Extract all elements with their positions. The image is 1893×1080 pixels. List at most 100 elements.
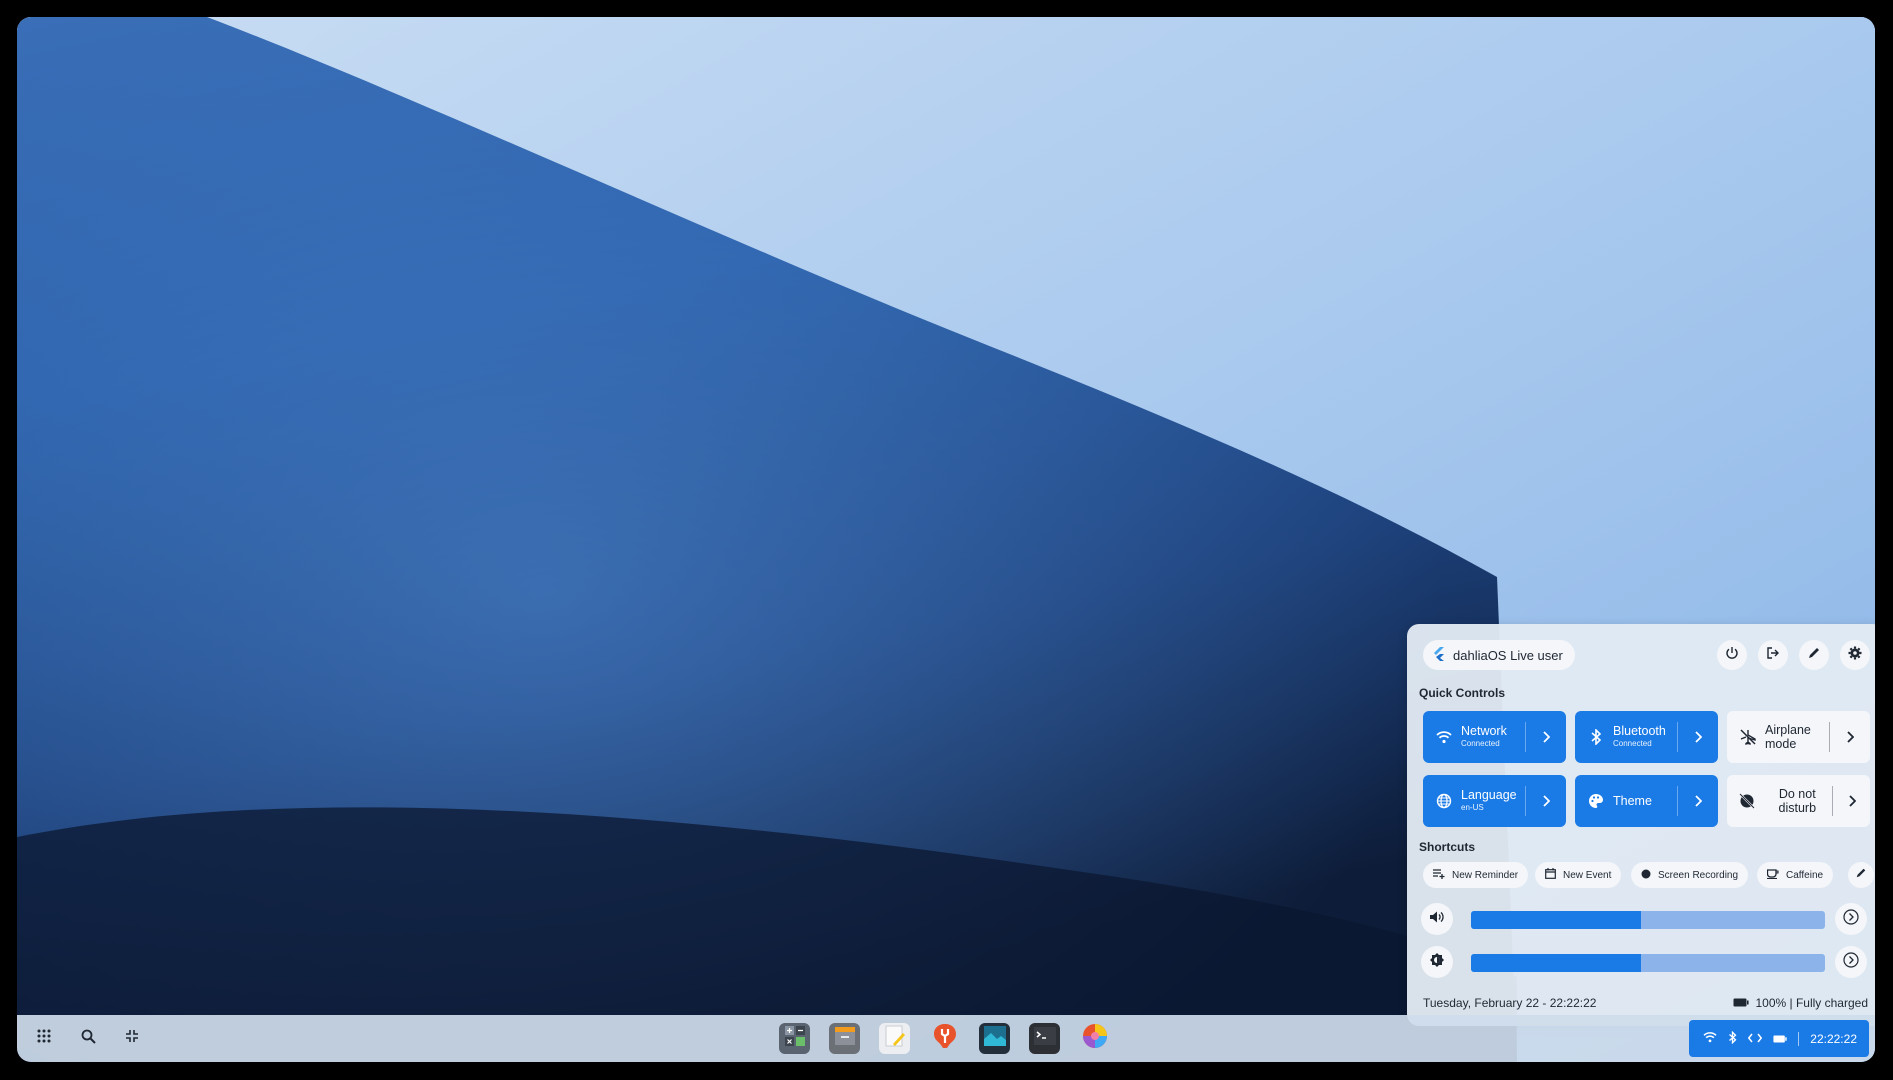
- shortcut-new-reminder[interactable]: New Reminder: [1423, 862, 1529, 888]
- shortcut-label: Caffeine: [1786, 869, 1824, 881]
- shortcut-label: New Reminder: [1452, 869, 1519, 881]
- wrench-icon: [932, 1023, 958, 1054]
- flutter-logo-icon: [1433, 646, 1445, 664]
- chevron-circle-right-icon: [1843, 951, 1859, 973]
- brightness-slider-row: [1421, 946, 1871, 978]
- user-name: dahliaOS Live user: [1453, 647, 1563, 663]
- volume-details-button[interactable]: [1835, 903, 1867, 935]
- folder-icon: [834, 1026, 856, 1051]
- battery-label: 100% | Fully charged: [1755, 996, 1868, 1010]
- brightness-button[interactable]: [1421, 946, 1453, 978]
- settings-app[interactable]: [929, 1023, 960, 1054]
- overview-icon: [125, 1029, 139, 1048]
- brightness-icon: [1430, 952, 1444, 972]
- calendar-icon: [1545, 868, 1556, 882]
- media-app[interactable]: [979, 1023, 1010, 1054]
- edit-shortcuts-button[interactable]: [1848, 862, 1874, 888]
- wifi-icon: [1703, 1031, 1717, 1046]
- tile-sublabel: Connected: [1461, 739, 1500, 748]
- tile-do-not-disturb[interactable]: Do not disturb: [1727, 775, 1870, 827]
- chevron-circle-right-icon: [1843, 908, 1859, 930]
- gear-icon: [1848, 646, 1862, 665]
- dock: [779, 1015, 1110, 1062]
- graft-app[interactable]: [1079, 1023, 1110, 1054]
- pencil-icon: [1807, 646, 1821, 665]
- calculator-app[interactable]: [779, 1023, 810, 1054]
- calculator-icon: [784, 1025, 806, 1052]
- tile-airplane-mode[interactable]: Airplane mode: [1727, 711, 1870, 763]
- power-button[interactable]: [1717, 640, 1747, 670]
- coffee-icon: [1766, 868, 1779, 882]
- tile-network[interactable]: Network Connected: [1423, 711, 1566, 763]
- code-icon: [1748, 1032, 1763, 1046]
- shortcut-label: Screen Recording: [1658, 869, 1739, 881]
- volume-slider-fill: [1471, 911, 1641, 929]
- volume-slider-row: [1421, 903, 1871, 935]
- battery-status: 100% | Fully charged: [1733, 996, 1868, 1010]
- tile-bluetooth[interactable]: Bluetooth Connected: [1575, 711, 1718, 763]
- chevron-right-icon[interactable]: [1833, 795, 1870, 807]
- tray-separator: [1798, 1031, 1800, 1046]
- tile-divider: [1677, 786, 1678, 816]
- brightness-details-button[interactable]: [1835, 946, 1867, 978]
- brightness-slider-fill: [1471, 954, 1641, 972]
- tile-label: Network: [1461, 724, 1507, 738]
- color-wheel-icon: [1082, 1023, 1108, 1054]
- tile-sublabel: Connected: [1613, 739, 1652, 748]
- logout-icon: [1766, 646, 1780, 665]
- chevron-right-icon[interactable]: [1830, 731, 1870, 743]
- launcher-grid-icon: [37, 1029, 51, 1048]
- settings-button[interactable]: [1840, 640, 1870, 670]
- bluetooth-icon: [1579, 729, 1613, 745]
- date-time-label: Tuesday, February 22 - 22:22:22: [1423, 996, 1597, 1010]
- tile-theme[interactable]: Theme: [1575, 775, 1718, 827]
- terminal-app[interactable]: [1029, 1023, 1060, 1054]
- palette-icon: [1579, 793, 1613, 809]
- tile-divider: [1525, 786, 1526, 816]
- logout-button[interactable]: [1758, 640, 1788, 670]
- tray-clock: 22:22:22: [1810, 1031, 1857, 1046]
- files-app[interactable]: [829, 1023, 860, 1054]
- user-chip[interactable]: dahliaOS Live user: [1423, 640, 1575, 670]
- volume-button[interactable]: [1421, 903, 1453, 935]
- airplane-off-icon: [1731, 729, 1765, 745]
- system-tray[interactable]: 22:22:22: [1689, 1020, 1869, 1057]
- shortcut-screen-recording[interactable]: Screen Recording: [1631, 862, 1749, 888]
- tile-label: Bluetooth: [1613, 724, 1666, 738]
- chevron-right-icon[interactable]: [1678, 731, 1718, 743]
- tile-divider: [1832, 786, 1834, 816]
- globe-icon: [1427, 793, 1461, 809]
- pencil-icon: [1855, 866, 1867, 884]
- tile-label: Airplane mode: [1765, 723, 1811, 751]
- playlist-add-icon: [1433, 868, 1445, 882]
- shortcuts-title: Shortcuts: [1419, 840, 1476, 854]
- tile-divider: [1525, 722, 1526, 752]
- brightness-slider[interactable]: [1471, 954, 1825, 972]
- tile-label: Theme: [1613, 794, 1652, 808]
- overview-button[interactable]: [119, 1026, 145, 1052]
- notes-app[interactable]: [879, 1023, 910, 1054]
- power-icon: [1725, 646, 1739, 665]
- shortcut-label: New Event: [1563, 869, 1612, 881]
- chevron-right-icon[interactable]: [1678, 795, 1718, 807]
- edit-button[interactable]: [1799, 640, 1829, 670]
- bluetooth-icon: [1728, 1030, 1737, 1047]
- shortcut-caffeine[interactable]: Caffeine: [1757, 862, 1834, 888]
- record-icon: [1641, 869, 1651, 882]
- wifi-icon: [1427, 730, 1461, 744]
- search-button[interactable]: [75, 1026, 101, 1052]
- desktop: dahliaOS Live user Quick Controls Networ…: [17, 17, 1875, 1062]
- tile-divider: [1677, 722, 1678, 752]
- tile-label: Do not disturb: [1778, 787, 1817, 815]
- launcher-button[interactable]: [31, 1026, 57, 1052]
- volume-icon: [1430, 910, 1444, 928]
- volume-slider[interactable]: [1471, 911, 1825, 929]
- quick-settings-panel: dahliaOS Live user Quick Controls Networ…: [1407, 624, 1875, 1026]
- tile-language[interactable]: Language en-US: [1423, 775, 1566, 827]
- shortcut-new-event[interactable]: New Event: [1535, 862, 1622, 888]
- battery-icon: [1773, 1032, 1787, 1046]
- image-icon: [983, 1025, 1007, 1052]
- taskbar: 22:22:22: [17, 1015, 1875, 1062]
- chevron-right-icon[interactable]: [1526, 731, 1566, 743]
- chevron-right-icon[interactable]: [1526, 795, 1566, 807]
